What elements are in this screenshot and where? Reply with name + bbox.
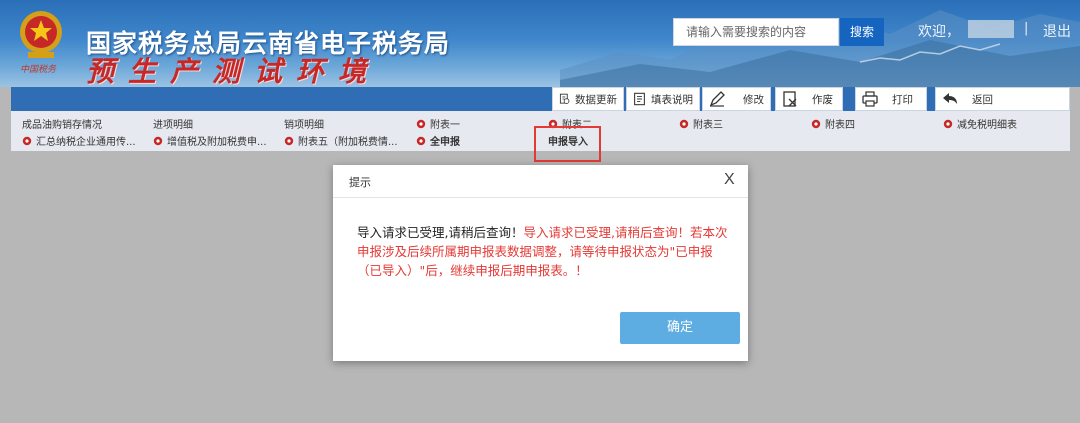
menu-item-label: 附表一: [430, 120, 460, 131]
toolbar: 数据更新 填表说明 修改 作废 打印 返回: [11, 87, 1070, 111]
doc-lines-icon: [634, 92, 645, 106]
menu-item-label: 附表四: [825, 120, 855, 131]
menu-item-tax-relief-details[interactable]: 减免税明细表: [943, 116, 1017, 131]
environment-subtitle: 预生产测试环境: [86, 55, 381, 87]
search-input[interactable]: [673, 18, 839, 46]
menu-item-input-details[interactable]: 进项明细: [153, 116, 193, 131]
message-accepted-text: 导入请求已受理,请稍后查询！: [357, 225, 524, 240]
toolbar-label: 修改: [743, 93, 764, 106]
welcome-text: 欢迎，: [918, 24, 960, 40]
menu-item-consolidated-taxpayer[interactable]: 汇总纳税企业通用传...: [22, 133, 136, 148]
logout-link[interactable]: 退出: [1043, 21, 1071, 41]
toolbar-label: 作废: [812, 93, 833, 106]
close-icon[interactable]: X: [724, 171, 735, 189]
menu-item-full-declaration[interactable]: 全申报: [416, 133, 460, 148]
username-redacted: [968, 20, 1014, 38]
menu-item-label: 汇总纳税企业通用传...: [36, 137, 136, 148]
confirm-button[interactable]: 确定: [620, 312, 740, 344]
menu-item-schedule-5[interactable]: 附表五（附加税费情...: [284, 133, 398, 148]
dialog-title: 提示: [349, 176, 371, 189]
menu-item-label: 进项明细: [153, 120, 193, 131]
dialog-message: 导入请求已受理,请稍后查询！导入请求已受理,请稍后查询！若本次申报涉及后续所属期…: [357, 223, 732, 280]
menu-item-label: 减免税明细表: [957, 120, 1017, 131]
gear-icon: [679, 119, 689, 128]
back-arrow-icon: [943, 93, 957, 104]
tax-emblem-icon: [20, 11, 62, 58]
void-button[interactable]: 作废: [775, 87, 843, 111]
refresh-doc-icon: [559, 93, 570, 104]
edit-button[interactable]: 修改: [702, 87, 771, 111]
gear-icon: [284, 136, 294, 145]
menu-item-output-details[interactable]: 销项明细: [284, 116, 324, 131]
gear-icon: [416, 119, 426, 128]
menu-item-label: 附表五（附加税费情...: [298, 137, 398, 148]
gear-icon: [943, 119, 953, 128]
toolbar-label: 打印: [892, 93, 913, 106]
header-separator: |: [1024, 21, 1029, 36]
gear-icon: [811, 119, 821, 128]
menu-item-vat-declaration[interactable]: 增值税及附加税费申...: [153, 133, 267, 148]
header-banner: 中国税务 国家税务总局云南省电子税务局 预生产测试环境 搜索 欢迎， | 退出: [0, 0, 1080, 87]
menu-item-schedule-1[interactable]: 附表一: [416, 116, 460, 131]
toolbar-label: 数据更新: [575, 93, 617, 106]
gear-icon: [22, 136, 32, 145]
search-button[interactable]: 搜索: [840, 18, 884, 46]
toolbar-label: 返回: [972, 93, 993, 106]
data-refresh-button[interactable]: 数据更新: [552, 87, 624, 111]
gear-icon: [416, 136, 426, 145]
printer-icon: [862, 91, 878, 107]
menu-item-label: 成品油购销存情况: [22, 120, 102, 131]
menu-item-schedule-3[interactable]: 附表三: [679, 116, 723, 131]
alert-dialog: 提示 X 导入请求已受理,请稍后查询！导入请求已受理,请稍后查询！若本次申报涉及…: [333, 165, 748, 361]
menu-item-label: 增值税及附加税费申...: [167, 137, 267, 148]
dialog-header: 提示 X: [333, 165, 748, 198]
back-button[interactable]: 返回: [935, 87, 1070, 111]
void-doc-icon: [783, 91, 797, 107]
menu-item-label: 附表三: [693, 120, 723, 131]
highlight-annotation-box: [534, 126, 601, 162]
pencil-icon: [709, 91, 725, 107]
emblem-caption: 中国税务: [20, 65, 57, 75]
fill-instructions-button[interactable]: 填表说明: [626, 87, 700, 111]
menu-item-label: 全申报: [430, 137, 460, 148]
toolbar-label: 填表说明: [651, 93, 693, 106]
print-button[interactable]: 打印: [855, 87, 927, 111]
menu-item-schedule-4[interactable]: 附表四: [811, 116, 855, 131]
menu-item-oil-inventory[interactable]: 成品油购销存情况: [22, 116, 102, 131]
menu-item-label: 销项明细: [284, 120, 324, 131]
gear-icon: [153, 136, 163, 145]
